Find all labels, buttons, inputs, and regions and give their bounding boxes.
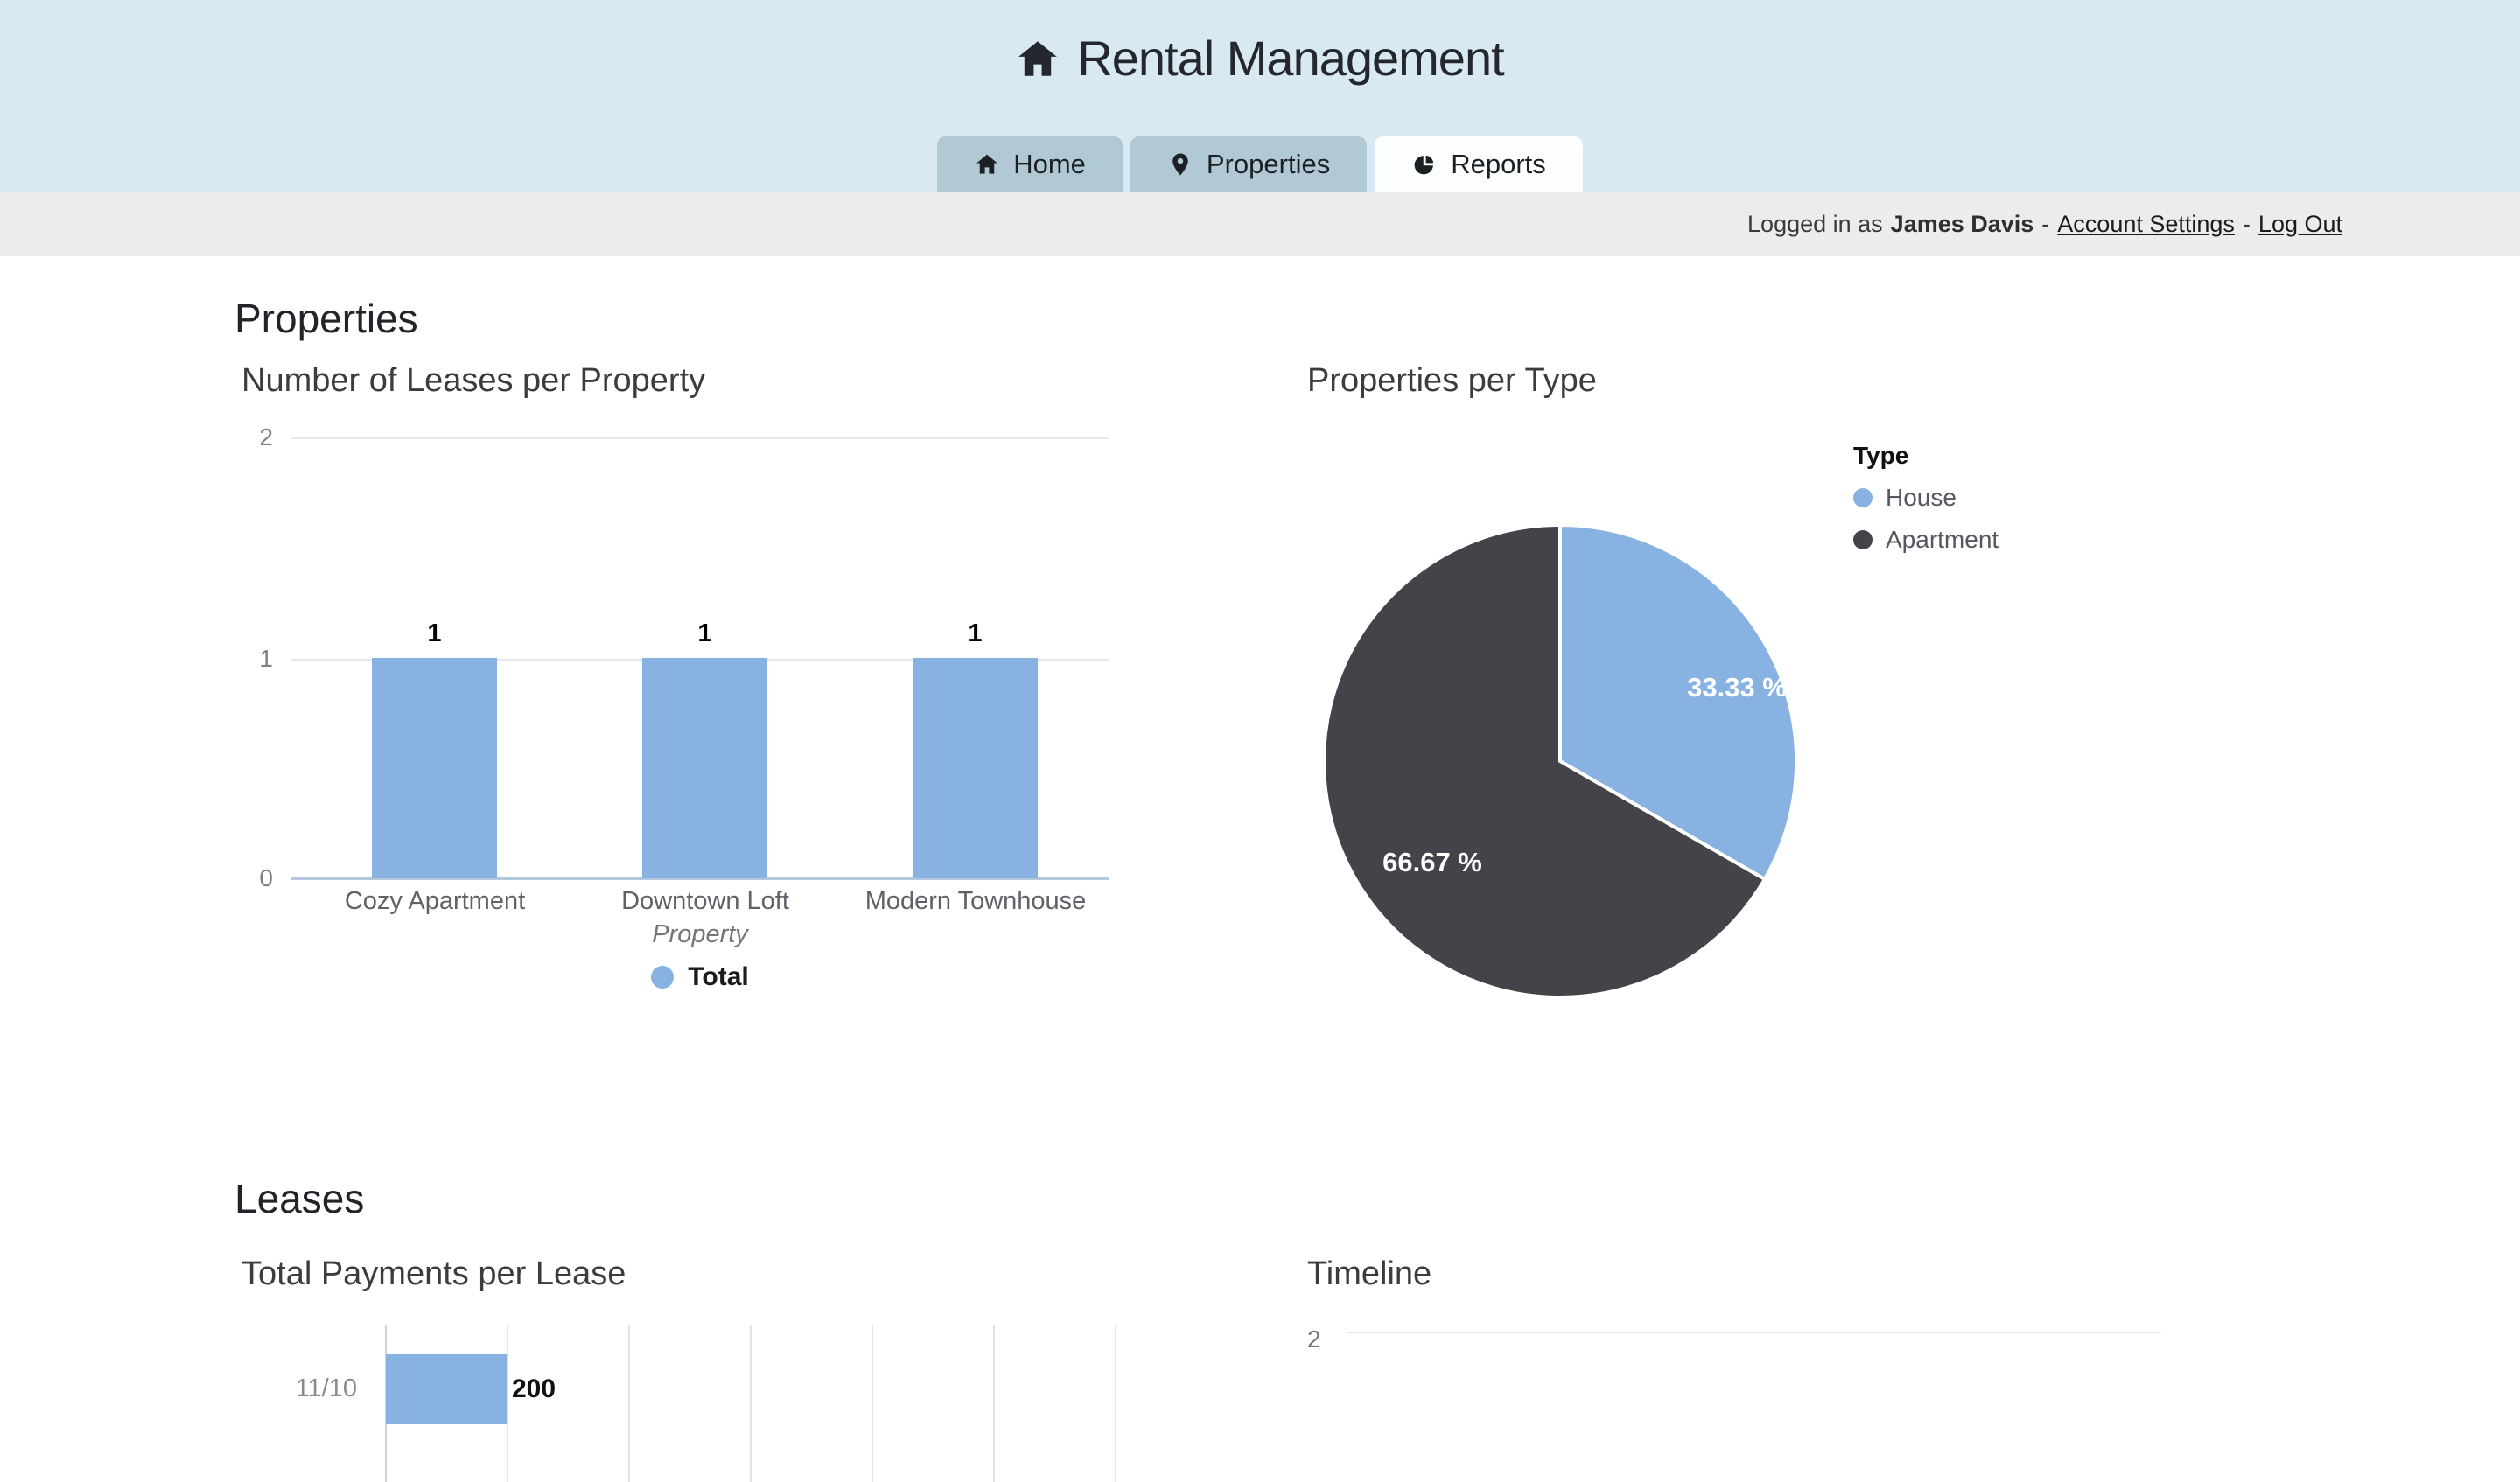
account-settings-link[interactable]: Account Settings (2057, 211, 2235, 238)
tab-label: Reports (1451, 149, 1546, 180)
x-axis-title: Property (290, 920, 1110, 949)
tab-reports[interactable]: Reports (1375, 136, 1583, 192)
timeline-chart: Timeline 2 (1307, 1247, 2331, 1482)
page-title: Rental Management (1077, 30, 1503, 87)
legend-item-total[interactable]: Total (290, 962, 1110, 992)
chart-title: Total Payments per Lease (242, 1255, 626, 1293)
location-pin-icon (1167, 151, 1194, 178)
y-tick-label: 2 (1307, 1325, 1323, 1354)
vertical-gridline (750, 1325, 752, 1482)
bar-value-label: 1 (372, 619, 497, 648)
tab-properties[interactable]: Properties (1130, 136, 1367, 192)
bar-value-label: 1 (913, 619, 1038, 648)
y-tick-label: 0 (234, 863, 273, 893)
vertical-gridline (628, 1325, 630, 1482)
home-icon (974, 151, 1000, 178)
main-content: Properties Number of Leases per Property… (0, 295, 2520, 1482)
bar-modern-townhouse[interactable] (913, 658, 1038, 878)
vertical-gridline (1115, 1325, 1116, 1482)
legend-label: Apartment (1886, 526, 1998, 554)
legend-item-house[interactable]: House (1853, 484, 1998, 512)
bar-value-label: 200 (512, 1374, 556, 1404)
properties-per-type-chart: Properties per Type 33.33 % 66.67 % Type… (1307, 357, 2331, 1004)
tab-label: Properties (1207, 149, 1330, 180)
page: Rental Management Home Properties Report… (0, 0, 2520, 1482)
y-category-label: 11/10 (270, 1374, 357, 1403)
legend-marker (651, 966, 674, 989)
legend-label: Total (688, 962, 748, 992)
bar-cozy-apartment[interactable] (372, 658, 497, 878)
pie-chart-icon (1411, 151, 1438, 178)
vertical-gridline (993, 1325, 995, 1482)
chart-title: Number of Leases per Property (242, 362, 705, 400)
properties-charts-row: Number of Leases per Property 2 1 0 1 1 … (234, 357, 2520, 1004)
user-bar: Logged in as James Davis - Account Setti… (0, 192, 2520, 256)
tab-label: Home (1013, 149, 1086, 180)
user-name: James Davis (1891, 211, 2034, 238)
y-tick-label: 1 (234, 644, 273, 674)
leases-charts-row: Total Payments per Lease 11/10 200 Timel… (234, 1247, 2520, 1482)
separator: - (2041, 211, 2049, 238)
legend-marker (1853, 530, 1872, 549)
leases-section-heading: Leases (234, 1175, 2520, 1223)
chart-title: Timeline (1307, 1255, 1432, 1293)
separator: - (2243, 211, 2250, 238)
properties-section-heading: Properties (234, 295, 2520, 343)
leases-per-property-chart: Number of Leases per Property 2 1 0 1 1 … (234, 357, 1260, 1004)
x-category-label: Modern Townhouse (844, 887, 1107, 916)
y-tick-label: 2 (234, 423, 273, 452)
logged-in-prefix: Logged in as (1747, 211, 1883, 238)
legend-title: Type (1853, 442, 1998, 470)
legend-marker (1853, 488, 1872, 507)
bar-downtown-loft[interactable] (642, 658, 767, 878)
payments-per-lease-chart: Total Payments per Lease 11/10 200 (234, 1247, 1260, 1482)
pie-legend: Type House Apartment (1853, 442, 1998, 554)
tab-home[interactable]: Home (937, 136, 1123, 192)
gridline (1348, 1332, 2161, 1333)
bar-value-label: 1 (642, 619, 767, 648)
log-out-link[interactable]: Log Out (2258, 211, 2342, 238)
x-category-label: Downtown Loft (574, 887, 836, 916)
home-icon (1016, 37, 1060, 80)
app-header: Rental Management Home Properties Report… (0, 0, 2520, 192)
bar-lease-11-10[interactable] (386, 1354, 508, 1424)
vertical-gridline (872, 1325, 873, 1482)
gridline (290, 437, 1110, 439)
x-category-label: Cozy Apartment (304, 887, 566, 916)
app-title-row: Rental Management (0, 0, 2520, 87)
pie-chart-canvas (1307, 357, 2331, 1004)
legend-label: House (1886, 484, 1956, 512)
legend-item-apartment[interactable]: Apartment (1853, 526, 1998, 554)
main-nav: Home Properties Reports (0, 136, 2520, 192)
